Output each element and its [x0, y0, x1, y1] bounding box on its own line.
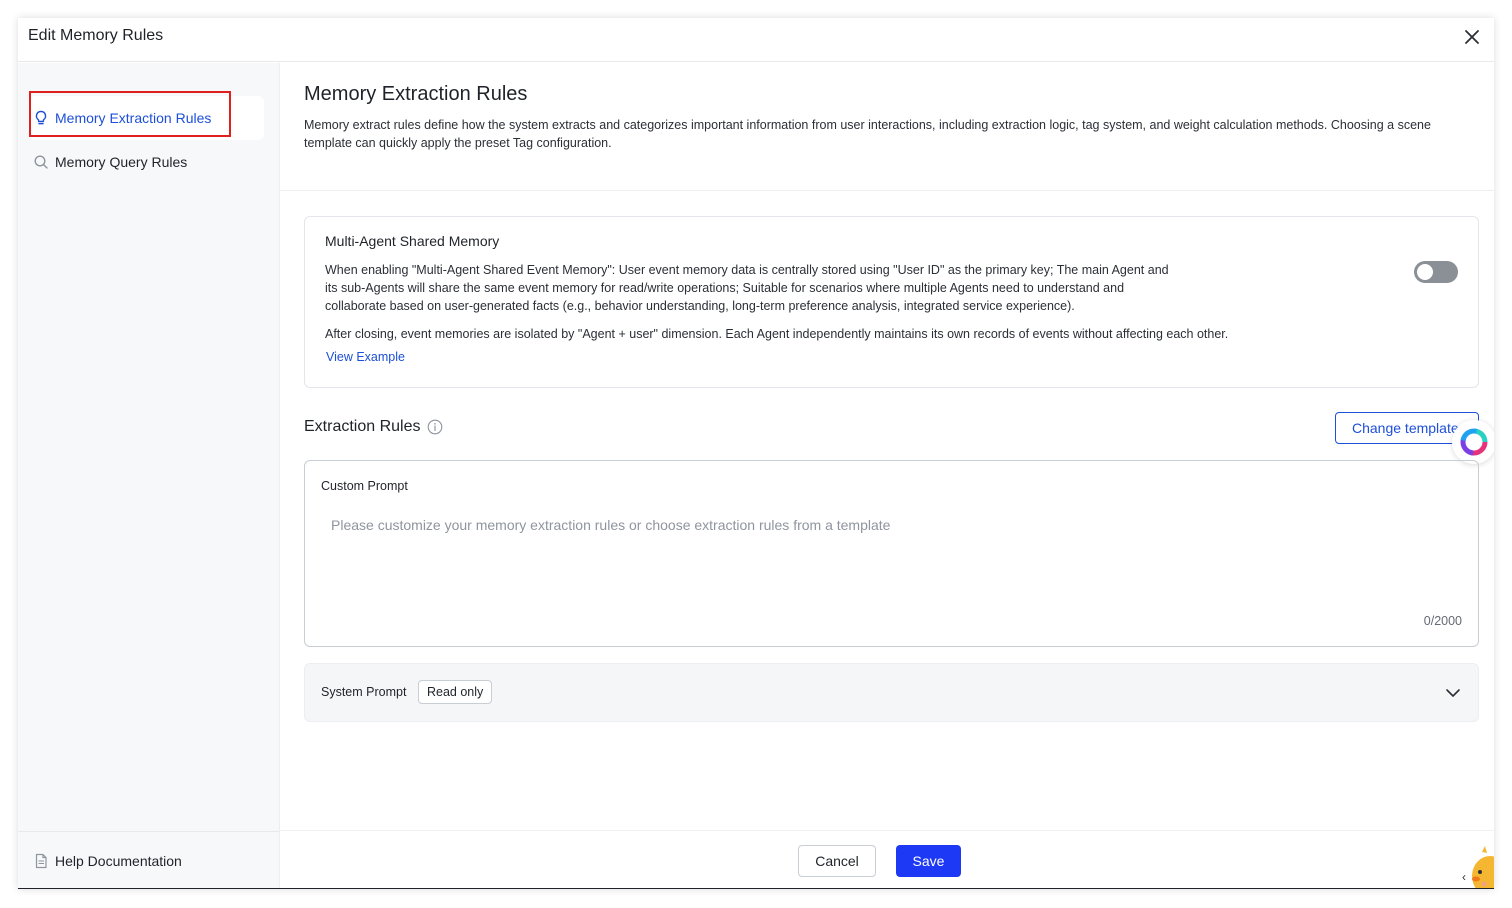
- system-prompt-label: System Prompt: [321, 685, 407, 699]
- sidebar: Memory Extraction Rules Memory Query Rul…: [18, 63, 280, 888]
- sidebar-item-label: Memory Query Rules: [55, 154, 188, 170]
- dialog-header: Edit Memory Rules: [18, 18, 1494, 62]
- shared-memory-description: When enabling "Multi-Agent Shared Event …: [325, 263, 1169, 313]
- custom-prompt-label: Custom Prompt: [321, 479, 408, 493]
- save-button[interactable]: Save: [896, 845, 961, 877]
- section-header: Memory Extraction Rules Memory extract r…: [304, 83, 1474, 152]
- dialog-footer: Cancel Save: [280, 830, 1494, 888]
- custom-prompt-box: Custom Prompt 0/2000: [304, 460, 1479, 647]
- shared-memory-closing-note: After closing, event memories are isolat…: [325, 327, 1229, 341]
- divider: [280, 190, 1494, 191]
- page-title: Memory Extraction Rules: [304, 83, 528, 105]
- search-icon: [33, 154, 49, 170]
- multi-agent-shared-memory-card: Multi-Agent Shared Memory When enabling …: [304, 216, 1479, 388]
- character-count: 0/2000: [1423, 614, 1462, 628]
- sidebar-item-memory-query-rules[interactable]: Memory Query Rules: [28, 140, 264, 184]
- page-description: Memory extract rules define how the syst…: [304, 118, 1431, 150]
- extraction-rules-title: Extraction Rules: [304, 418, 421, 435]
- info-icon[interactable]: [427, 419, 443, 435]
- shared-memory-title: Multi-Agent Shared Memory: [325, 233, 500, 249]
- assistant-logo-icon[interactable]: [1452, 420, 1494, 464]
- lightbulb-icon: [33, 110, 49, 126]
- main-content: Memory Extraction Rules Memory extract r…: [280, 63, 1494, 831]
- system-prompt-collapse[interactable]: System Prompt Read only: [304, 663, 1479, 722]
- shared-memory-toggle[interactable]: [1414, 261, 1458, 283]
- sidebar-item-memory-extraction-rules[interactable]: Memory Extraction Rules: [28, 96, 264, 140]
- document-icon: [33, 853, 49, 869]
- close-icon[interactable]: [1462, 27, 1482, 47]
- chevron-down-icon[interactable]: [1444, 684, 1462, 702]
- chevron-left-icon[interactable]: ‹: [1462, 870, 1466, 884]
- cancel-button[interactable]: Cancel: [798, 845, 876, 877]
- help-documentation-label: Help Documentation: [55, 852, 182, 869]
- custom-prompt-input[interactable]: [321, 511, 1461, 601]
- dialog-title: Edit Memory Rules: [28, 27, 164, 44]
- view-example-link[interactable]: View Example: [326, 350, 405, 364]
- help-documentation-link[interactable]: Help Documentation: [18, 831, 279, 888]
- duck-mascot-icon[interactable]: [1468, 846, 1494, 888]
- edit-memory-rules-dialog: Edit Memory Rules Memory Extraction Rule…: [18, 18, 1494, 889]
- extraction-rules-heading: Extraction Rules: [304, 418, 443, 436]
- sidebar-item-label: Memory Extraction Rules: [55, 110, 212, 126]
- read-only-tag: Read only: [418, 680, 493, 704]
